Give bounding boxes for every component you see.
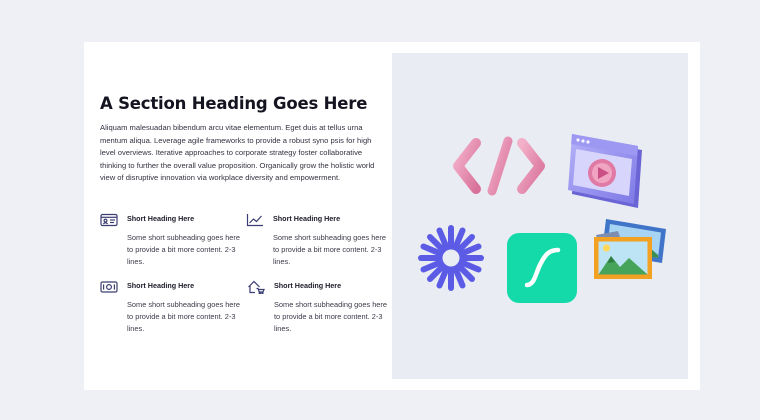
feature-title: Short Heading Here (127, 281, 195, 290)
asterisk-burst-icon (418, 225, 484, 291)
feature-title: Short Heading Here (274, 281, 342, 290)
illustration-panel (392, 53, 688, 379)
section-heading: A Section Heading Goes Here (100, 94, 368, 113)
feature-title: Short Heading Here (127, 214, 195, 223)
curve-app-icon (507, 233, 577, 303)
code-brackets-icon (450, 135, 548, 197)
feature-description: Some short subheading goes here to provi… (274, 300, 387, 334)
id-card-icon (100, 213, 118, 227)
video-window-icon (568, 132, 648, 214)
feature-title: Short Heading Here (273, 214, 341, 223)
line-chart-icon (246, 213, 264, 227)
content-card: A Section Heading Goes Here Aliquam male… (84, 42, 700, 390)
feature-description: Some short subheading goes here to provi… (127, 233, 240, 267)
section-paragraph: Aliquam malesuadan bibendum arcu vitae e… (100, 123, 375, 183)
house-cart-icon (247, 280, 265, 294)
banknote-icon (100, 280, 118, 294)
photo-frames-icon (592, 215, 670, 281)
feature-description: Some short subheading goes here to provi… (127, 300, 240, 334)
feature-description: Some short subheading goes here to provi… (273, 233, 386, 267)
